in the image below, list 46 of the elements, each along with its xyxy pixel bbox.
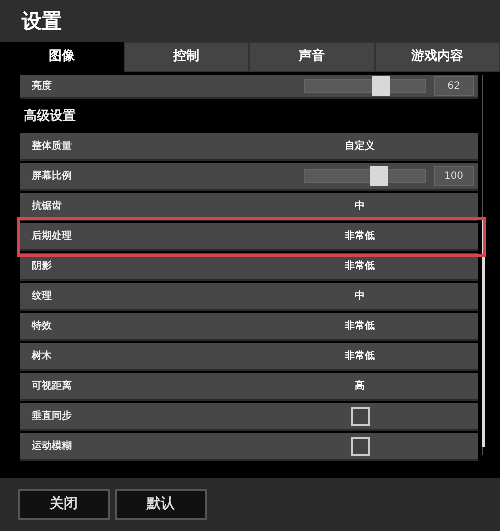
setting-label: 整体质量	[32, 140, 73, 154]
setting-row[interactable]: 后期处理 非常低	[20, 223, 478, 251]
value-field[interactable]: 62	[434, 76, 474, 96]
setting-row[interactable]: 垂直同步	[20, 403, 478, 431]
checkbox[interactable]	[350, 406, 370, 426]
setting-value[interactable]: 自定义	[345, 138, 375, 154]
window-title: 设置	[22, 8, 62, 35]
value-field[interactable]: 100	[434, 166, 474, 186]
setting-row[interactable]: 亮度 62	[20, 75, 478, 99]
setting-label: 可视距离	[32, 379, 73, 394]
slider-thumb[interactable]	[372, 76, 390, 96]
setting-value[interactable]: 非常低	[345, 228, 375, 244]
setting-label: 特效	[32, 320, 53, 334]
checkbox[interactable]	[350, 436, 370, 456]
slider-track[interactable]	[304, 169, 426, 183]
setting-label: 后期处理	[32, 230, 73, 244]
dialog-button[interactable]: 关闭	[18, 489, 110, 520]
tab[interactable]: 游戏内容	[374, 42, 500, 72]
setting-label: 屏幕比例	[32, 170, 73, 184]
setting-row[interactable]: 屏幕比例 100	[20, 163, 478, 191]
setting-value[interactable]: 非常低	[345, 258, 375, 274]
tab[interactable]: 控制	[124, 42, 249, 72]
slider-thumb[interactable]	[370, 166, 388, 186]
setting-row[interactable]: 整体质量 自定义	[20, 133, 478, 161]
setting-label: 运动模糊	[32, 440, 73, 454]
setting-label: 纹理	[32, 290, 53, 304]
setting-label: 垂直同步	[32, 410, 73, 424]
section-title: 高级设置	[24, 108, 76, 126]
scrollbar[interactable]	[482, 75, 485, 455]
setting-label: 阴影	[32, 260, 53, 274]
setting-row[interactable]: 可视距离 高	[20, 373, 478, 401]
setting-label: 亮度	[32, 79, 53, 94]
setting-value[interactable]: 中	[355, 198, 365, 214]
setting-row[interactable]: 树木 非常低	[20, 343, 478, 371]
setting-label: 树木	[32, 350, 53, 364]
setting-value[interactable]: 非常低	[345, 318, 375, 334]
setting-value[interactable]: 中	[355, 288, 365, 304]
setting-value[interactable]: 非常低	[345, 348, 375, 364]
setting-value[interactable]: 高	[355, 378, 365, 394]
setting-row[interactable]: 运动模糊	[20, 433, 478, 461]
setting-label: 抗锯齿	[32, 200, 63, 214]
tab[interactable]: 声音	[249, 42, 374, 72]
slider-track[interactable]	[304, 79, 426, 93]
dialog-button[interactable]: 默认	[115, 489, 207, 520]
setting-row[interactable]: 特效 非常低	[20, 313, 478, 341]
setting-row[interactable]: 纹理 中	[20, 283, 478, 311]
